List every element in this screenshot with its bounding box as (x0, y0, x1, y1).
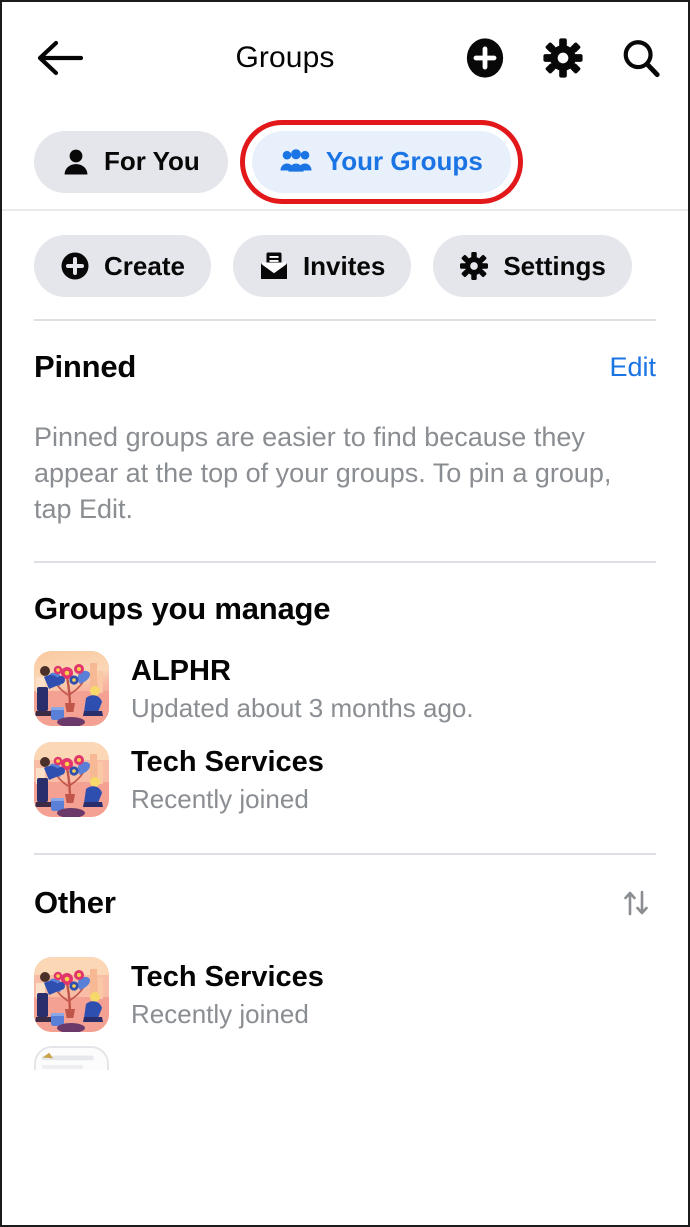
quick-actions: Create Invites Settings (2, 211, 688, 319)
mail-invite-icon (260, 252, 287, 279)
group-name: Tech Services (131, 745, 324, 778)
pinned-title: Pinned (34, 349, 137, 384)
settings-chip[interactable]: Settings (433, 235, 632, 297)
other-group-list: Tech Services Recently joined (2, 923, 688, 1070)
list-item[interactable]: alphr (2, 1040, 688, 1070)
group-name: ALPHR (131, 654, 231, 687)
create-group-button[interactable] (464, 37, 506, 79)
group-avatar (34, 651, 109, 726)
pinned-description: Pinned groups are easier to find because… (34, 422, 612, 524)
group-subtitle: Recently joined (131, 998, 309, 1029)
create-chip[interactable]: Create (34, 235, 211, 297)
gear-icon (543, 38, 583, 78)
groups-screen: Groups For You Your Groups Create Invite… (0, 0, 690, 1227)
tab-your-groups[interactable]: Your Groups (251, 130, 511, 193)
garden-illustration-icon (34, 742, 109, 817)
group-meta: Tech Services Recently joined (131, 958, 324, 1032)
plus-circle-icon (61, 252, 89, 280)
list-item[interactable]: Tech Services Recently joined (2, 734, 688, 825)
group-name: alphr (131, 1065, 202, 1071)
group-meta: alphr (131, 1065, 202, 1071)
tab-your-groups-wrap: Your Groups (239, 119, 523, 204)
gear-icon (460, 252, 489, 280)
groups-settings-button[interactable] (542, 37, 584, 79)
search-button[interactable] (620, 37, 662, 79)
light-illustration-icon (36, 1048, 107, 1070)
list-item-partial[interactable]: alphr (2, 1040, 688, 1070)
search-icon (623, 40, 660, 78)
back-button[interactable] (32, 30, 88, 86)
pinned-edit-link[interactable]: Edit (609, 352, 656, 383)
person-icon (64, 149, 88, 174)
group-avatar (34, 957, 109, 1032)
managed-title: Groups you manage (34, 591, 331, 626)
other-section: Other Tech Services Recently joined (2, 855, 688, 1070)
list-item[interactable]: ALPHR Updated about 3 months ago. (2, 643, 688, 734)
group-avatar (34, 742, 109, 817)
list-item[interactable]: Tech Services Recently joined (2, 949, 688, 1040)
group-subtitle: Updated about 3 months ago. (131, 692, 474, 723)
page-title: Groups (235, 41, 335, 74)
create-chip-label: Create (104, 250, 185, 281)
people-group-icon (280, 148, 312, 172)
settings-chip-label: Settings (503, 250, 606, 281)
invites-chip-label: Invites (302, 250, 386, 281)
sort-button[interactable] (616, 883, 656, 923)
groups-tabs: For You Your Groups (2, 114, 688, 211)
group-name: Tech Services (131, 960, 324, 993)
plus-circle-icon (466, 38, 504, 78)
managed-group-list: ALPHR Updated about 3 months ago. Tech S… (2, 627, 688, 825)
invites-chip[interactable]: Invites (232, 235, 412, 297)
pinned-header: Pinned Edit (2, 321, 688, 385)
garden-illustration-icon (34, 651, 109, 726)
arrow-left-icon (37, 40, 83, 76)
header-actions (464, 37, 662, 79)
sort-arrows-icon (624, 890, 648, 916)
app-header: Groups (2, 2, 688, 114)
tab-your-groups-label: Your Groups (325, 146, 483, 176)
tab-for-you[interactable]: For You (34, 130, 228, 193)
managed-section: Groups you manage ALPHR Updated about 3 … (2, 563, 688, 825)
group-meta: Tech Services Recently joined (131, 743, 324, 817)
tab-for-you-label: For You (104, 146, 200, 176)
garden-illustration-icon (34, 957, 109, 1032)
group-avatar (34, 1046, 109, 1070)
other-header: Other (2, 855, 688, 923)
group-meta: ALPHR Updated about 3 months ago. (131, 652, 474, 726)
pinned-section: Pinned Edit Pinned groups are easier to … (2, 321, 688, 561)
managed-header: Groups you manage (2, 563, 688, 627)
group-subtitle: Recently joined (131, 783, 309, 814)
other-title: Other (34, 885, 116, 920)
